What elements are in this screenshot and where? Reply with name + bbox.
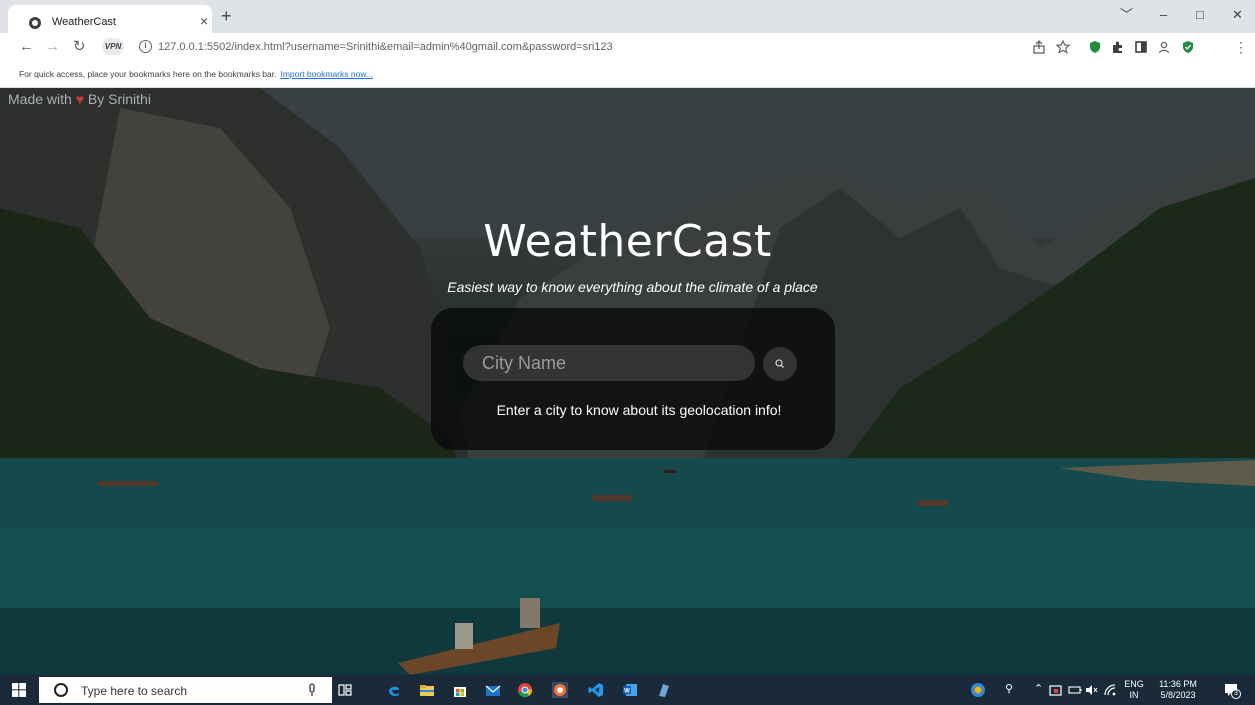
word-icon[interactable]: W (622, 682, 638, 698)
tray-app-icon[interactable] (1048, 682, 1064, 698)
profile-icon[interactable] (1157, 40, 1171, 54)
minimize-button[interactable]: – (1160, 7, 1167, 23)
maximize-button[interactable]: □ (1196, 7, 1204, 23)
globe-icon (29, 17, 41, 29)
store-icon[interactable] (452, 682, 468, 698)
share-icon[interactable] (1032, 40, 1046, 54)
reload-icon[interactable]: ↻ (73, 38, 86, 56)
language-top: ENG (1124, 679, 1144, 689)
extensions-puzzle-icon[interactable] (1111, 40, 1125, 54)
app-tagline: Easiest way to know everything about the… (447, 279, 818, 295)
address-bar[interactable]: 127.0.0.1:5502/index.html?username=Srini… (158, 41, 613, 53)
back-arrow-icon[interactable]: ← (19, 38, 34, 56)
taskbar-search-box[interactable]: Type here to search (39, 677, 332, 703)
clock-time: 11:36 PM (1159, 679, 1197, 689)
shield-extension-icon[interactable] (1088, 40, 1102, 54)
microphone-icon[interactable] (304, 682, 320, 698)
search-card: Enter a city to know about its geolocati… (431, 308, 835, 450)
taskbar-search-placeholder: Type here to search (81, 684, 188, 698)
new-tab-button[interactable]: + (221, 6, 232, 26)
clock-date: 5/8/2023 (1160, 690, 1196, 700)
geolocation-message: Enter a city to know about its geolocati… (496, 402, 782, 418)
chrome-icon[interactable] (517, 682, 533, 698)
search-icon (775, 359, 784, 368)
wifi-icon[interactable] (1102, 682, 1118, 698)
file-explorer-icon[interactable] (419, 682, 435, 698)
forward-arrow-icon[interactable]: → (45, 38, 60, 56)
notification-center-button[interactable]: 3 (1223, 682, 1241, 699)
side-panel-icon[interactable] (1134, 40, 1148, 54)
security-check-icon[interactable] (1181, 40, 1195, 54)
browser-tab-strip: WeatherCast × + ﹀ – □ ✕ (0, 0, 1255, 33)
language-indicator[interactable]: ENG IN (1123, 679, 1145, 701)
bookmark-star-icon[interactable] (1056, 40, 1070, 54)
cortana-icon (54, 683, 68, 697)
import-bookmarks-link[interactable]: Import bookmarks now... (280, 69, 373, 79)
close-window-button[interactable]: ✕ (1232, 7, 1243, 23)
volume-icon[interactable] (1084, 682, 1100, 698)
notification-count-badge: 3 (1231, 689, 1241, 699)
credit-line: Made with ♥ By Srinithi (8, 91, 151, 107)
windows-taskbar: Type here to search W ⚲ ⌃ ENG IN 11:36 P… (0, 675, 1255, 705)
chevron-up-icon[interactable]: ⌃ (1034, 684, 1043, 695)
notes-app-icon[interactable] (656, 682, 672, 698)
browser-toolbar: ← → ↻ VPN i 127.0.0.1:5502/index.html?us… (0, 33, 1255, 61)
bookmarks-hint: For quick access, place your bookmarks h… (19, 69, 373, 79)
city-name-input[interactable] (463, 345, 755, 381)
bookmarks-bar: For quick access, place your bookmarks h… (0, 61, 1255, 88)
edge-browser-icon[interactable] (386, 682, 402, 698)
heart-icon: ♥ (75, 91, 85, 107)
svg-text:W: W (624, 689, 630, 695)
credit-prefix: Made with (8, 91, 72, 107)
battery-icon[interactable] (1067, 682, 1083, 698)
page-viewport: Made with ♥ By Srinithi WeatherCast Easi… (0, 88, 1255, 675)
help-icon[interactable] (970, 682, 986, 698)
tab-search-button[interactable]: ﹀ (1120, 7, 1133, 23)
kebab-menu-icon[interactable]: ⋮ (1234, 38, 1248, 56)
tab-title: WeatherCast (52, 16, 116, 28)
windows-start-icon[interactable] (12, 683, 26, 697)
bookmarks-hint-text: For quick access, place your bookmarks h… (19, 69, 277, 79)
people-icon[interactable]: ⚲ (1005, 684, 1013, 695)
browser-tab[interactable]: WeatherCast × (8, 5, 212, 33)
language-bottom: IN (1129, 690, 1139, 700)
vscode-icon[interactable] (588, 682, 604, 698)
task-view-icon[interactable] (337, 682, 353, 698)
search-button[interactable] (763, 347, 797, 381)
credit-author: By Srinithi (87, 91, 151, 107)
brave-browser-icon[interactable] (552, 682, 568, 698)
tab-close-button[interactable]: × (200, 13, 208, 29)
clock[interactable]: 11:36 PM 5/8/2023 (1150, 679, 1206, 701)
mail-icon[interactable] (485, 682, 501, 698)
app-title: WeatherCast (483, 216, 772, 267)
vpn-badge[interactable]: VPN (102, 38, 124, 55)
site-info-icon[interactable]: i (139, 40, 152, 53)
